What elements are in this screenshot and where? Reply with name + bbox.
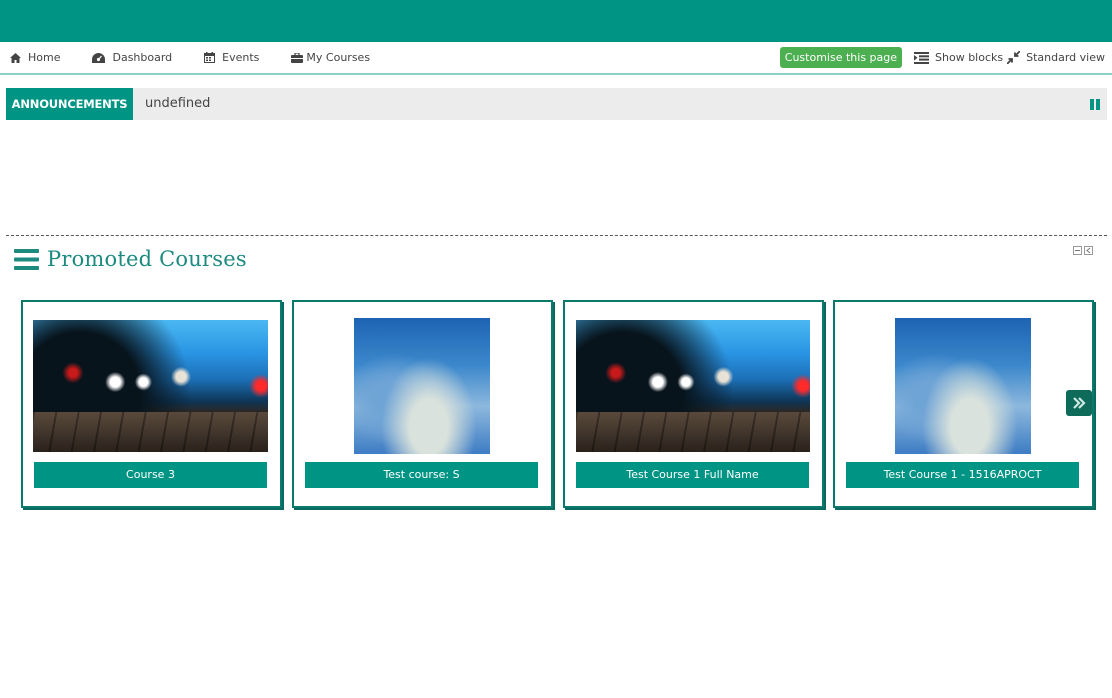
hamburger-menu-icon[interactable] (14, 248, 39, 270)
announcement-text[interactable]: undefined (145, 88, 210, 120)
promoted-courses-header: Promoted Courses (14, 247, 247, 271)
course-title[interactable]: Course 3 (34, 462, 267, 488)
course-title[interactable]: Test Course 1 Full Name (576, 462, 809, 488)
course-image[interactable] (576, 320, 810, 452)
double-chevron-right-icon (1073, 397, 1086, 409)
course-card[interactable]: Test Course 1 - 1516APROCT (833, 300, 1094, 508)
briefcase-icon (291, 52, 304, 63)
indent-list-icon (914, 51, 930, 64)
carousel-next-button[interactable] (1066, 390, 1092, 416)
page-actions: Customise this page Show blocks Standard… (779, 42, 1105, 73)
customise-page-button[interactable]: Customise this page (779, 47, 903, 68)
dock-block-icon[interactable] (1084, 246, 1093, 255)
top-header-bar (0, 0, 1112, 42)
course-image[interactable] (895, 318, 1031, 454)
course-card[interactable]: Test Course 1 Full Name (563, 300, 824, 508)
home-icon (10, 52, 21, 63)
show-blocks-label: Show blocks (935, 51, 1004, 64)
primary-nav: Home Dashboard Events My Courses (10, 42, 370, 73)
nav-events-label: Events (222, 51, 260, 64)
promoted-courses-title: Promoted Courses (47, 247, 247, 271)
pause-icon[interactable] (1090, 99, 1100, 110)
collapse-block-icon[interactable] (1073, 246, 1082, 255)
block-divider (6, 235, 1107, 236)
nav-home[interactable]: Home (10, 51, 60, 64)
course-card[interactable]: Test course: S (292, 300, 553, 508)
standard-view-label: Standard view (1026, 51, 1105, 64)
dashboard-icon (92, 52, 106, 63)
compress-icon (1007, 51, 1021, 64)
calendar-icon (204, 52, 216, 63)
nav-my-courses[interactable]: My Courses (291, 51, 370, 64)
navigation-bar: Home Dashboard Events My Courses Customi… (0, 42, 1112, 75)
course-image[interactable] (354, 318, 490, 454)
course-card[interactable]: Course 3 (21, 300, 282, 508)
course-title[interactable]: Test course: S (305, 462, 538, 488)
nav-my-courses-label: My Courses (306, 51, 371, 64)
course-image[interactable] (33, 320, 268, 452)
nav-events[interactable]: Events (204, 51, 259, 64)
announcements-label: ANNOUNCEMENTS (6, 88, 133, 120)
standard-view-link[interactable]: Standard view (1007, 51, 1105, 64)
block-controls (1073, 246, 1095, 255)
course-title[interactable]: Test Course 1 - 1516APROCT (846, 462, 1079, 488)
nav-dashboard-label: Dashboard (112, 51, 173, 64)
announcements-ticker: ANNOUNCEMENTS undefined (6, 88, 1107, 120)
nav-home-label: Home (28, 51, 61, 64)
nav-dashboard[interactable]: Dashboard (92, 51, 172, 64)
show-blocks-link[interactable]: Show blocks (914, 51, 1003, 64)
